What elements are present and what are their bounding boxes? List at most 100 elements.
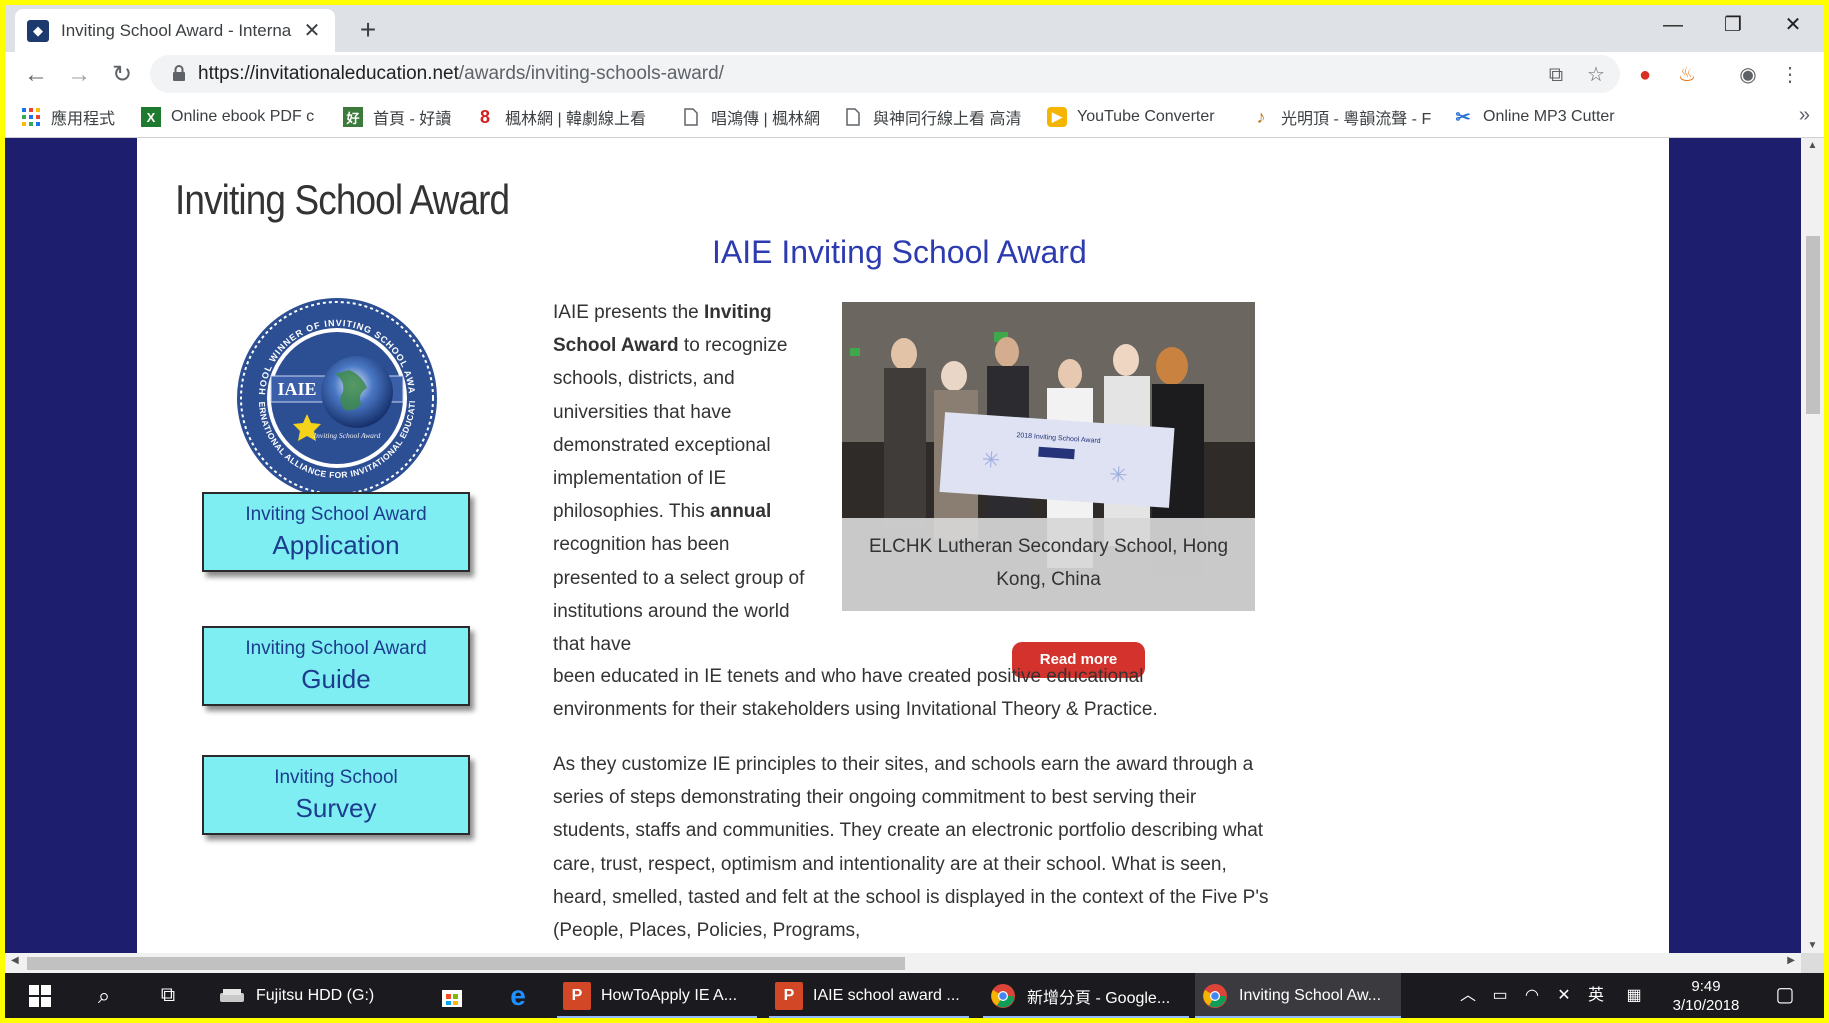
translate-icon[interactable]: ⧉ <box>1542 61 1570 89</box>
minimize-icon[interactable]: — <box>1643 5 1703 45</box>
bookmark-label: 與神同行線上看 高清 <box>873 111 1022 128</box>
photo-caption: ELCHK Lutheran Secondary School, Hong Ko… <box>842 518 1255 611</box>
8-icon: 8 <box>479 106 490 127</box>
windows-logo-icon <box>29 984 51 1007</box>
guide-button[interactable]: Inviting School Award Guide <box>202 626 470 706</box>
button-line2: Guide <box>301 664 371 694</box>
bookmark-label: 唱鴻傳 | 楓林網 <box>711 111 821 128</box>
edge-icon[interactable]: e <box>495 973 541 1018</box>
show-hidden-icons-icon[interactable]: ︿ <box>1453 973 1483 1018</box>
scrollbar-corner <box>1801 953 1824 973</box>
taskbar-item-chrome-active[interactable]: Inviting School Aw... <box>1195 973 1401 1018</box>
browser-toolbar: ← → ↻ https://invitationaleducation.net/… <box>5 52 1824 96</box>
store-icon[interactable] <box>429 973 475 1018</box>
tab-title: Inviting School Award - Interna <box>61 20 292 40</box>
bookmark-page-1[interactable]: 唱鴻傳 | 楓林網 <box>681 105 831 129</box>
button-line1: Inviting School Award <box>245 504 427 525</box>
button-line1: Inviting School Award <box>245 638 427 659</box>
vertical-scrollbar[interactable]: ▲ ▼ <box>1801 138 1824 953</box>
ime-indicator[interactable]: 英 <box>1581 973 1611 1018</box>
close-tab-icon[interactable]: ✕ <box>301 18 323 43</box>
second-paragraph: As they customize IE principles to their… <box>553 754 1269 942</box>
haodoo-icon: 好 <box>343 107 363 127</box>
restore-icon[interactable]: ❐ <box>1703 5 1763 45</box>
bookmark-page-2[interactable]: 與神同行線上看 高清 <box>843 105 1033 129</box>
profile-icon[interactable]: ◉ <box>1733 60 1763 90</box>
taskbar-label: IAIE school award ... <box>813 986 960 1004</box>
vertical-scroll-thumb[interactable] <box>1806 236 1820 414</box>
svg-text:Inviting School Award: Inviting School Award <box>313 431 381 440</box>
extension-fire-icon[interactable]: ♨ <box>1672 60 1702 90</box>
tab-strip: ◆ Inviting School Award - Interna ✕ + — … <box>5 5 1824 52</box>
taskbar-item-chrome-newtab[interactable]: 新增分頁 - Google... <box>983 973 1189 1018</box>
scroll-left-icon[interactable]: ◀ <box>11 955 19 966</box>
scroll-right-icon[interactable]: ▶ <box>1787 955 1795 966</box>
text-line: been educated in IE tenets and who have … <box>553 666 1144 687</box>
task-view-icon[interactable]: ⧉ <box>145 973 191 1018</box>
scroll-up-icon[interactable]: ▲ <box>1801 140 1824 151</box>
survey-button[interactable]: Inviting School Survey <box>202 755 470 835</box>
bookmark-youtube-converter[interactable]: ▶ YouTube Converter <box>1047 105 1227 129</box>
page-viewport: Inviting School Award IAIE Inviting Scho… <box>5 138 1801 953</box>
bookmark-music[interactable]: ♪ 光明頂 - 粵韻流聲 - F <box>1251 105 1432 129</box>
page-title: Inviting School Award <box>175 176 510 223</box>
bookmark-label: YouTube Converter <box>1077 108 1215 125</box>
drive-icon <box>218 982 246 1010</box>
browser-tab-active[interactable]: ◆ Inviting School Award - Interna ✕ <box>15 9 335 52</box>
taskbar-item-hdd[interactable]: Fujitsu HDD (G:) <box>210 973 395 1018</box>
application-button[interactable]: Inviting School Award Application <box>202 492 470 572</box>
search-icon[interactable]: ⌕ <box>81 973 127 1018</box>
chrome-icon <box>989 982 1017 1010</box>
intro-paragraph: IAIE presents the Inviting School Award … <box>553 302 805 656</box>
svg-text:IAIE: IAIE <box>277 379 316 399</box>
section-title: IAIE Inviting School Award <box>712 234 1087 270</box>
system-clock[interactable]: 9:49 3/10/2018 <box>1661 977 1751 1015</box>
text-line: environments for their stakeholders usin… <box>553 699 1158 721</box>
extension-adblock-icon[interactable]: ● <box>1630 60 1660 90</box>
bookmark-haodoo[interactable]: 好 首頁 - 好讀 <box>343 105 461 129</box>
forward-icon[interactable]: → <box>62 58 96 92</box>
new-tab-button[interactable]: + <box>350 13 386 49</box>
ime-mode-icon[interactable]: ▦ <box>1619 973 1649 1018</box>
button-line1: Inviting School <box>274 767 398 788</box>
music-icon: ♪ <box>1256 106 1266 127</box>
start-button[interactable] <box>17 973 63 1018</box>
notifications-icon[interactable]: ▢ <box>1765 973 1805 1018</box>
menu-kebab-icon[interactable]: ⋮ <box>1775 60 1805 90</box>
bookmark-label: 光明頂 - 粵韻流聲 - F <box>1281 111 1431 128</box>
url-text: https://invitationaleducation.net/awards… <box>198 63 724 84</box>
bookmark-maplestage[interactable]: 8 楓林網 | 韓劇線上看 <box>475 105 665 129</box>
bookmark-label: Online ebook PDF c <box>171 108 315 125</box>
address-bar[interactable]: https://invitationaleducation.net/awards… <box>150 55 1620 93</box>
page-icon <box>681 107 701 127</box>
bookmarks-bar: 應用程式 X Online ebook PDF c 好 首頁 - 好讀 8 楓林… <box>5 96 1824 138</box>
bookmark-apps[interactable]: 應用程式 <box>21 105 131 129</box>
site-favicon-icon: ◆ <box>27 19 49 42</box>
powerpoint-icon: P <box>563 981 591 1010</box>
reload-icon[interactable]: ↻ <box>105 58 139 92</box>
svg-text:✳: ✳ <box>981 447 1001 473</box>
taskbar-label: HowToApply IE A... <box>601 986 738 1004</box>
bookmark-ebook[interactable]: X Online ebook PDF c <box>141 105 326 129</box>
horizontal-scroll-thumb[interactable] <box>27 957 905 970</box>
powerpoint-icon: P <box>775 981 803 1010</box>
taskbar-item-powerpoint-1[interactable]: P HowToApply IE A... <box>557 973 757 1018</box>
bookmark-star-icon[interactable]: ☆ <box>1582 61 1610 89</box>
bookmark-mp3-cutter[interactable]: ✂ Online MP3 Cutter <box>1453 105 1643 129</box>
wifi-icon[interactable]: ◠ <box>1517 973 1547 1018</box>
clock-date: 3/10/2018 <box>1672 997 1740 1014</box>
bookmarks-overflow-icon[interactable]: » <box>1799 104 1810 127</box>
scroll-down-icon[interactable]: ▼ <box>1801 940 1824 951</box>
volume-muted-icon[interactable]: ✕ <box>1549 973 1579 1018</box>
lock-icon <box>173 65 185 81</box>
taskbar-item-powerpoint-2[interactable]: P IAIE school award ... <box>769 973 969 1018</box>
page-icon <box>843 107 863 127</box>
battery-icon[interactable]: ▭ <box>1485 973 1515 1018</box>
horizontal-scrollbar[interactable]: ◀ ▶ <box>5 953 1801 973</box>
back-icon[interactable]: ← <box>19 58 53 92</box>
bookmark-label: 楓林網 | 韓劇線上看 <box>505 111 647 128</box>
bookmark-label: 首頁 - 好讀 <box>373 111 452 128</box>
close-window-icon[interactable]: ✕ <box>1763 5 1823 45</box>
mp3-cutter-icon: ✂ <box>1455 106 1471 127</box>
taskbar-label: Inviting School Aw... <box>1239 986 1382 1004</box>
